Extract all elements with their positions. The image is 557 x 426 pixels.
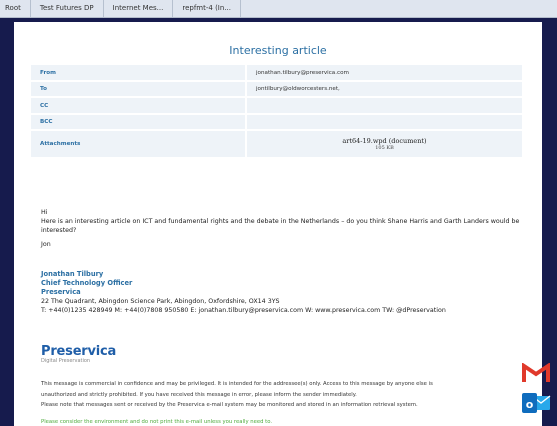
- header-row-cc: CC: [31, 97, 522, 115]
- signature-address: 22 The Quadrant, Abingdon Science Park, …: [41, 298, 280, 305]
- signature-name: Jonathan Tilbury: [41, 270, 104, 278]
- attachment-link[interactable]: art64-19.wpd (document): [247, 137, 522, 145]
- attachment-cell: art64-19.wpd (document) 105 KB: [245, 130, 522, 159]
- from-value: jonathan.tilbury@preservica.com: [245, 65, 522, 82]
- tab-repfmt-4[interactable]: repfmt-4 (In...: [173, 0, 241, 17]
- header-row-attachments: Attachments art64-19.wpd (document) 105 …: [31, 130, 522, 159]
- email-document: Interesting article From jonathan.tilbur…: [14, 22, 542, 426]
- body-message: Here is an interesting article on ICT an…: [41, 218, 520, 234]
- environment-note: Please consider the environment and do n…: [41, 419, 273, 425]
- bcc-value: [245, 114, 522, 131]
- email-title: Interesting article: [229, 44, 327, 57]
- tab-internet-message[interactable]: Internet Mes...: [104, 0, 174, 17]
- email-body: Hi Here is an interesting article on ICT…: [41, 208, 541, 249]
- header-row-to: To jontilbury@oldworcesters.net,: [31, 81, 522, 98]
- header-row-from: From jonathan.tilbury@preservica.com: [31, 65, 522, 82]
- disclaimer-line: Please note that messages sent or receiv…: [41, 402, 418, 408]
- email-signature: Jonathan Tilbury Chief Technology Office…: [41, 270, 541, 315]
- gmail-icon[interactable]: [522, 363, 550, 383]
- tab-bar: Root Test Futures DP Internet Mes... rep…: [0, 0, 557, 18]
- outlook-icon[interactable]: o: [521, 390, 551, 416]
- body-signoff: Jon: [41, 241, 51, 248]
- to-value: jontilbury@oldworcesters.net,: [245, 81, 522, 98]
- from-label: From: [31, 65, 246, 82]
- svg-text:o: o: [526, 398, 534, 411]
- header-row-bcc: BCC: [31, 114, 522, 131]
- signature-company: Preservica: [41, 288, 81, 296]
- email-header-table: From jonathan.tilbury@preservica.com To …: [31, 65, 522, 159]
- cc-label: CC: [31, 97, 246, 115]
- bcc-label: BCC: [31, 114, 246, 131]
- signature-role: Chief Technology Officer: [41, 279, 133, 287]
- disclaimer-line: unauthorized and strictly prohibited. If…: [41, 391, 357, 398]
- cc-value: [245, 97, 522, 115]
- to-label: To: [31, 81, 246, 98]
- attachments-label: Attachments: [31, 130, 246, 159]
- body-greeting: Hi: [41, 209, 48, 216]
- tab-test-futures-dp[interactable]: Test Futures DP: [31, 0, 104, 17]
- disclaimer-line: This message is commercial in confidence…: [41, 381, 433, 387]
- logo-name: Preservica: [41, 344, 117, 359]
- tab-root[interactable]: Root: [0, 0, 31, 17]
- signature-contact: T: +44(0)1235 428949 M: +44(0)7808 95058…: [41, 307, 446, 314]
- attachment-size: 105 KB: [375, 145, 394, 151]
- email-disclaimer: This message is commercial in confidence…: [41, 379, 536, 411]
- preservica-logo: Preservica Digital Preservation: [41, 344, 116, 364]
